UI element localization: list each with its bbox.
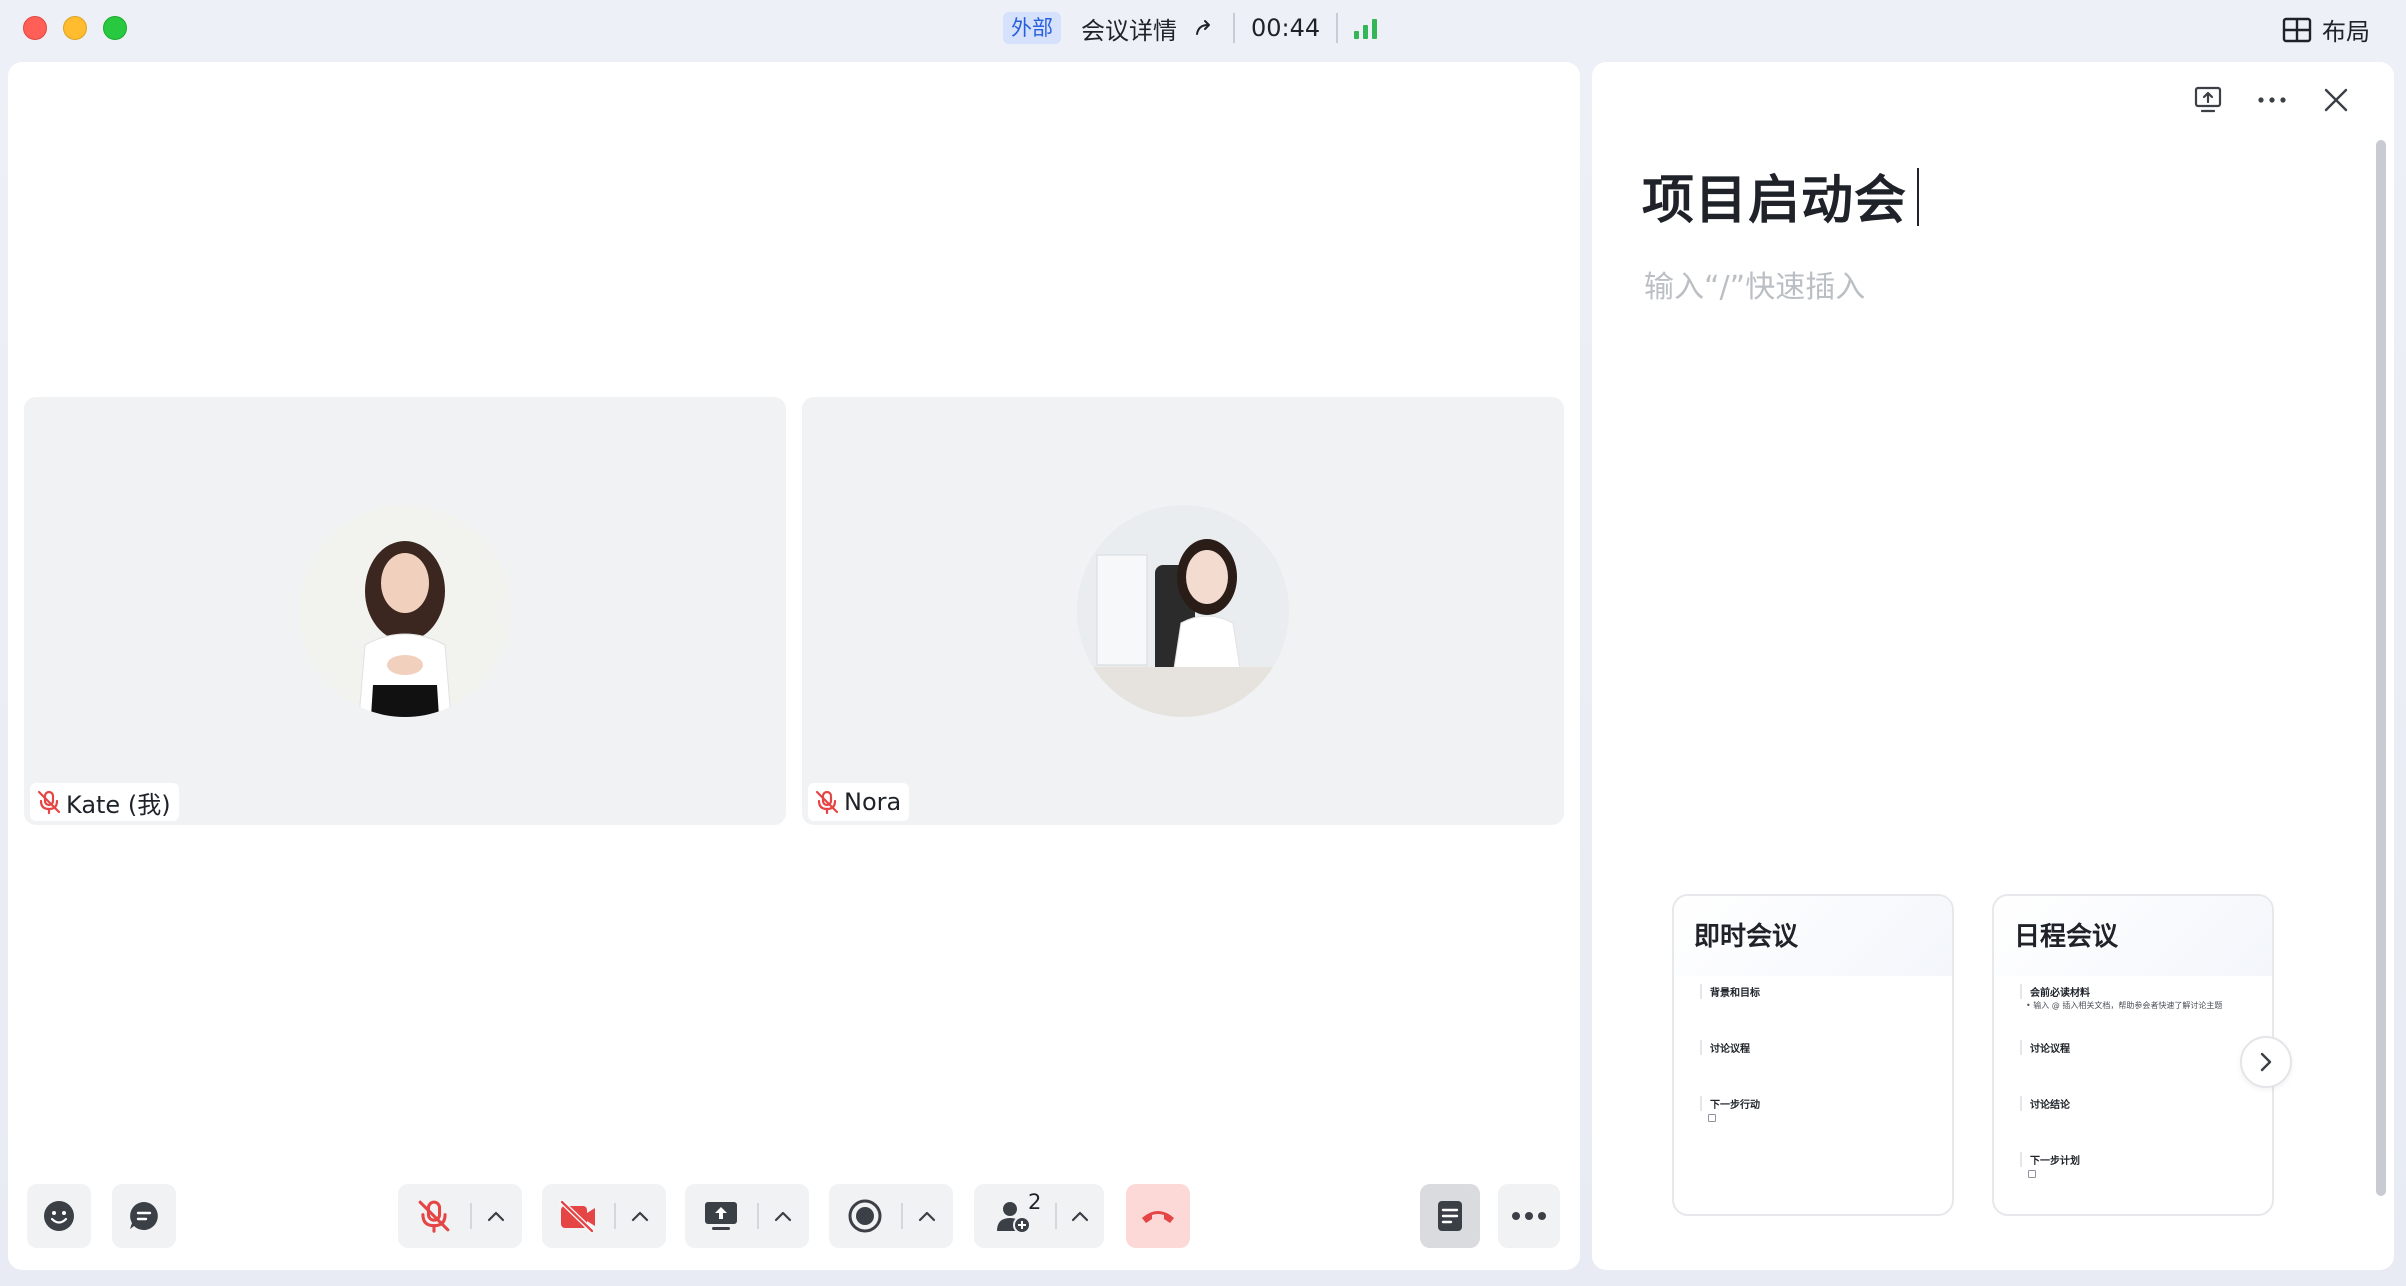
participant-name-tag: Nora [808,783,910,821]
participant-tile[interactable]: Kate (我) [24,397,786,825]
meeting-window: 外部 会议详情 00:44 布局 Kate (我) Nora 2 项目启动会 输… [0,0,2406,1286]
more-horizontal-icon [1512,1212,1546,1220]
layout-button[interactable]: 布局 [2282,12,2370,47]
participant-avatar [1077,505,1289,717]
mic-muted-icon [815,790,839,815]
participants-button[interactable]: 2 [974,1184,1055,1248]
doc-body-placeholder[interactable]: 输入“/”快速插入 [1644,262,1865,306]
checkbox-icon [1708,1114,1716,1122]
doc-scrollbar[interactable] [2376,140,2386,1196]
mute-toggle-button[interactable] [398,1184,470,1248]
doc-title: 项目启动会 [1642,171,1908,231]
title-bar: 外部 会议详情 00:44 布局 [0,0,2406,56]
present-doc-button[interactable] [2188,80,2228,120]
meeting-notes-button[interactable] [1420,1184,1480,1248]
template-section: 下一步行动 [1700,1096,1760,1111]
camera-toggle-button[interactable] [542,1184,614,1248]
layout-label: 布局 [2322,18,2370,46]
participant-avatar [299,505,511,717]
reaction-button[interactable] [27,1184,91,1248]
text-cursor [1917,168,1920,226]
hang-up-icon [1142,1211,1174,1223]
notes-icon [1438,1201,1462,1231]
close-icon [2324,88,2348,112]
leave-meeting-button[interactable] [1126,1184,1190,1248]
participant-name: Nora [844,788,902,816]
participants-options-button[interactable] [1057,1184,1104,1248]
chat-bubble-icon [130,1202,158,1230]
meeting-timer: 00:44 [1251,14,1321,42]
chevron-up-icon [631,1211,649,1222]
meeting-details-button[interactable]: 会议详情 [1081,11,1177,46]
video-panel: Kate (我) Nora 2 [8,62,1580,1270]
record-icon [848,1199,882,1233]
participant-tile[interactable]: Nora [802,397,1564,825]
divider [1233,13,1235,43]
chevron-up-icon [918,1211,936,1222]
share-screen-button[interactable] [685,1184,757,1248]
template-card-scheduled-meeting[interactable]: 日程会议 会前必读材料 • 输入 @ 插入相关文档，帮助参会者快速了解讨论主题 … [1992,894,2274,1216]
chat-button[interactable] [112,1184,176,1248]
screen-share-control [685,1184,809,1248]
camera-control [542,1184,666,1248]
meeting-info: 外部 会议详情 00:44 [1003,10,1378,46]
window-close-button[interactable] [23,16,47,40]
template-card-instant-meeting[interactable]: 即时会议 背景和目标 讨论议程 下一步行动 [1672,894,1954,1216]
share-icon[interactable] [1193,16,1217,40]
chevron-up-icon [774,1211,792,1222]
camera-off-icon [559,1199,595,1233]
close-panel-button[interactable] [2316,80,2356,120]
template-section: 讨论议程 [1700,1040,1750,1055]
participant-name: Kate (我) [66,790,171,819]
mic-muted-icon [37,790,61,815]
template-section: 讨论结论 [2020,1096,2070,1111]
chevron-right-icon [2260,1052,2272,1072]
participant-count: 2 [1028,1190,1042,1214]
video-options-button[interactable] [616,1184,664,1248]
participants-control: 2 [974,1184,1104,1248]
meeting-notes-panel: 项目启动会 输入“/”快速插入 即时会议 背景和目标 讨论议程 下一步行动 日程… [1592,62,2394,1270]
grid-layout-icon [2282,17,2312,42]
microphone-control [398,1184,522,1248]
template-title: 日程会议 [2014,922,2119,952]
mic-muted-icon [418,1200,450,1233]
record-button[interactable] [829,1184,901,1248]
next-templates-button[interactable] [2240,1036,2292,1088]
doc-title-field[interactable]: 项目启动会 [1642,158,1920,233]
template-section: 下一步计划 [2020,1152,2080,1167]
template-section: 讨论议程 [2020,1040,2070,1055]
chevron-up-icon [487,1211,505,1222]
divider [1336,13,1339,43]
record-options-button[interactable] [903,1184,951,1248]
window-maximize-button[interactable] [103,16,127,40]
smile-icon [44,1201,74,1231]
recording-control [829,1184,953,1248]
more-horizontal-icon [2258,97,2286,103]
audio-options-button[interactable] [472,1184,520,1248]
participant-name-tag: Kate (我) [30,783,179,821]
window-minimize-button[interactable] [63,16,87,40]
template-section-note: • 输入 @ 插入相关文档，帮助参会者快速了解讨论主题 [2026,1001,2223,1010]
doc-more-button[interactable] [2252,80,2292,120]
network-signal-icon[interactable] [1354,17,1378,39]
present-icon [2194,86,2222,113]
checkbox-icon [2028,1170,2036,1178]
chevron-up-icon [1072,1211,1089,1222]
more-options-button[interactable] [1498,1184,1560,1248]
template-section: 背景和目标 [1700,984,1760,999]
template-section: 会前必读材料 [2020,984,2090,999]
share-screen-icon [705,1202,737,1230]
template-title: 即时会议 [1694,922,1799,952]
external-badge: 外部 [1003,12,1061,44]
share-options-button[interactable] [759,1184,807,1248]
